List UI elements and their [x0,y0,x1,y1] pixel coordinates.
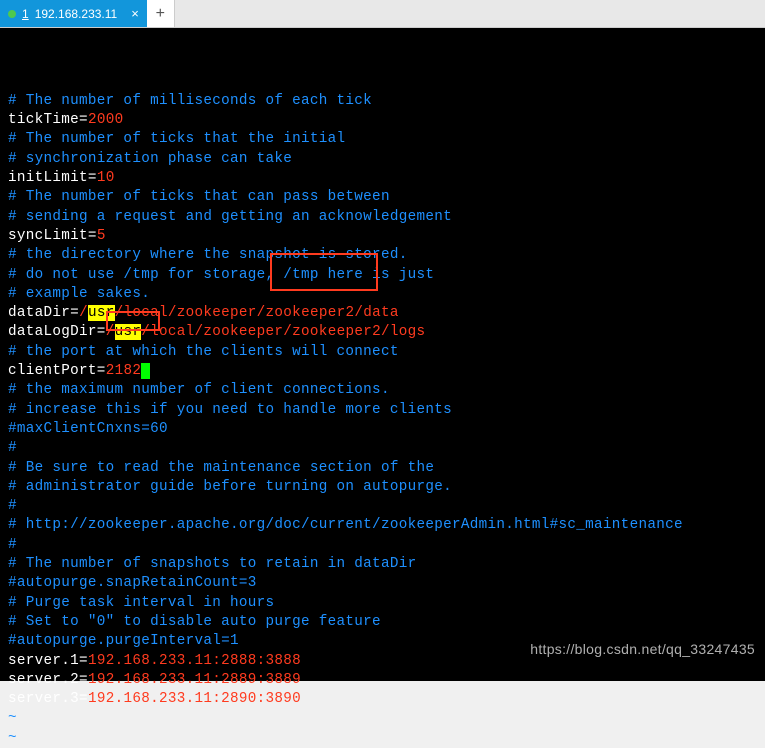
comment: # The number of ticks that can pass betw… [8,189,390,205]
config-value: 10 [97,170,115,186]
equals: = [79,672,88,688]
comment: # synchronization phase can take [8,151,292,167]
comment: # administrator guide before turning on … [8,479,452,495]
tab-active[interactable]: 1 192.168.233.11 × [0,0,147,27]
config-value: 192.168.233.11:2889:3889 [88,672,301,688]
comment: # sending a request and getting an ackno… [8,209,452,225]
path-hl: usr [115,324,142,340]
equals: = [97,324,106,340]
config-key: syncLimit [8,228,88,244]
equals: = [97,363,106,379]
config-value: 2000 [88,112,124,128]
tilde: ~ [8,730,17,746]
add-tab-button[interactable]: + [147,0,175,27]
status-dot-icon [8,10,16,18]
comment: # [8,537,17,553]
equals: = [79,653,88,669]
terminal[interactable]: # The number of milliseconds of each tic… [0,28,765,681]
comment: # increase this if you need to handle mo… [8,402,452,418]
comment: # the maximum number of client connectio… [8,382,390,398]
config-key: dataLogDir [8,324,97,340]
equals: = [70,305,79,321]
plus-icon: + [156,5,165,23]
config-value: 2182 [106,363,142,379]
config-key: initLimit [8,170,88,186]
path: / [106,324,115,340]
watermark: https://blog.csdn.net/qq_33247435 [530,640,755,659]
comment: # Be sure to read the maintenance sectio… [8,460,434,476]
comment: #maxClientCnxns=60 [8,421,168,437]
comment: # example sakes. [8,286,150,302]
config-key: clientPort [8,363,97,379]
comment: # Set to "0" to disable auto purge featu… [8,614,381,630]
comment: # The number of ticks that the initial [8,131,345,147]
comment: # [8,498,17,514]
comment: # the port at which the clients will con… [8,344,399,360]
config-key: server.1 [8,653,79,669]
comment: # http://zookeeper.apache.org/doc/curren… [8,517,683,533]
path: /local/zookeeper/zookeeper2/data [115,305,399,321]
config-key: tickTime [8,112,79,128]
equals: = [88,228,97,244]
config-value: 192.168.233.11:2888:3888 [88,653,301,669]
equals: = [79,112,88,128]
cursor [141,363,150,379]
tab-index: 1 [22,7,29,21]
config-value: 192.168.233.11:2890:3890 [88,691,301,707]
comment: #autopurge.snapRetainCount=3 [8,575,257,591]
path: /local/zookeeper/zookeeper2/logs [141,324,425,340]
comment: # The number of milliseconds of each tic… [8,93,372,109]
tilde: ~ [8,710,17,726]
comment: # [8,440,17,456]
tab-bar: 1 192.168.233.11 × + [0,0,765,28]
equals: = [79,691,88,707]
equals: = [88,170,97,186]
comment: # Purge task interval in hours [8,595,274,611]
comment: #autopurge.purgeInterval=1 [8,633,239,649]
tab-label: 192.168.233.11 [35,7,118,21]
path: / [79,305,88,321]
config-key: server.3 [8,691,79,707]
config-key: dataDir [8,305,70,321]
path-hl: usr [88,305,115,321]
comment: # the directory where the snapshot is st… [8,247,408,263]
comment: # The number of snapshots to retain in d… [8,556,416,572]
config-value: 5 [97,228,106,244]
close-icon[interactable]: × [131,6,139,21]
config-key: server.2 [8,672,79,688]
comment: # do not use /tmp for storage, /tmp here… [8,267,434,283]
